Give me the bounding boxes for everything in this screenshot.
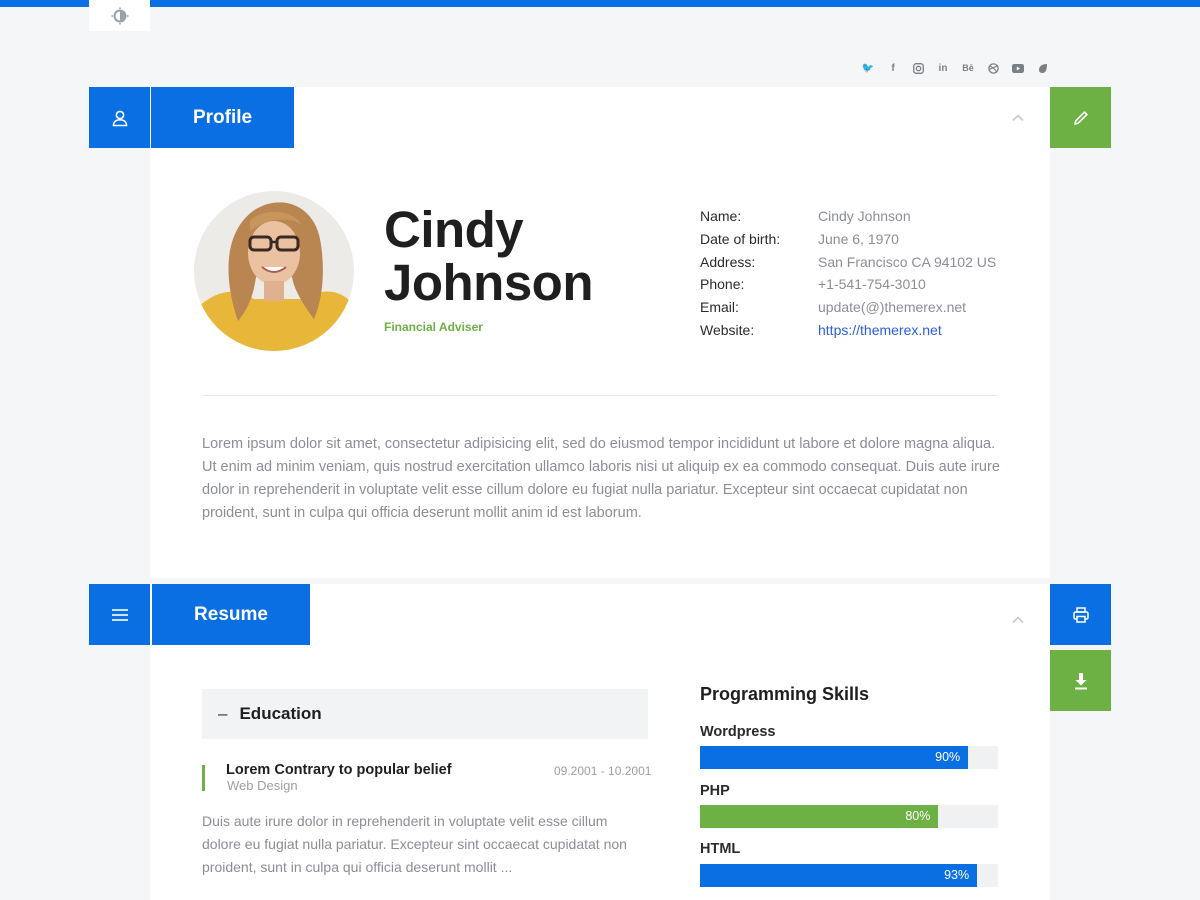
edit-button[interactable]: [1050, 87, 1111, 148]
education-accordion-header[interactable]: – Education: [202, 689, 648, 739]
dribbble-icon[interactable]: [985, 60, 1001, 76]
contrast-icon: [111, 7, 128, 24]
avatar: [194, 191, 354, 351]
skill-bar-html: 93%: [700, 864, 998, 887]
info-row-address: Address: San Francisco CA 94102 US: [700, 250, 996, 273]
info-value: +1-541-754-3010: [818, 276, 926, 293]
collapse-profile-icon[interactable]: [1011, 111, 1025, 125]
info-key: Address:: [700, 253, 756, 270]
info-value: Cindy Johnson: [818, 208, 911, 225]
skill-bar-wordpress: 90%: [700, 746, 998, 769]
skill-fill: 80%: [700, 805, 939, 828]
skills-title: Programming Skills: [700, 684, 870, 704]
collapse-toggle: –: [218, 704, 228, 723]
pencil-icon: [1073, 110, 1088, 125]
skill-bar-php: 80%: [700, 805, 998, 828]
collapse-resume-icon[interactable]: [1011, 613, 1025, 627]
entry-description: Duis aute irure dolor in reprehenderit i…: [202, 813, 627, 875]
entry-title: Lorem Contrary to popular belief: [226, 762, 452, 778]
profile-name: Cindy Johnson: [384, 201, 594, 311]
leaf-icon[interactable]: [1035, 60, 1051, 76]
profile-role: Financial Adviser: [384, 320, 483, 334]
entry-subtitle: Web Design: [227, 778, 298, 793]
website-link[interactable]: https://themerex.net: [818, 322, 942, 338]
linkedin-icon[interactable]: in: [935, 60, 951, 76]
twitter-icon[interactable]: 🐦: [860, 60, 876, 76]
entry-date: 09.2001 - 10.2001: [554, 764, 652, 778]
skill-value: 80%: [905, 809, 931, 823]
youtube-icon[interactable]: [1010, 60, 1026, 76]
skill-value: 90%: [935, 750, 961, 764]
skill-fill: 90%: [700, 746, 969, 769]
behance-icon[interactable]: Bē: [960, 60, 976, 76]
divider: [202, 395, 998, 396]
skill-label-html: HTML: [700, 841, 741, 857]
tab-profile[interactable]: Profile: [151, 87, 294, 148]
first-name: Cindy: [384, 201, 524, 258]
info-key: Name:: [700, 208, 742, 225]
profile-info-list: Name: Cindy Johnson Date of birth: June …: [700, 205, 996, 341]
info-row-email: Email: update(@)themerex.net: [700, 296, 996, 319]
info-row-name: Name: Cindy Johnson: [700, 205, 996, 228]
profile-bio: Lorem ipsum dolor sit amet, consectetur …: [202, 436, 1000, 521]
info-value: June 6, 1970: [818, 231, 899, 248]
info-key: Email:: [700, 299, 739, 316]
skill-label-php: PHP: [700, 783, 730, 799]
skill-fill: 93%: [700, 864, 978, 887]
tab-resume[interactable]: Resume: [152, 584, 310, 645]
menu-icon: [111, 608, 128, 621]
facebook-icon[interactable]: f: [885, 60, 901, 76]
info-key: Date of birth:: [700, 231, 781, 248]
info-value: San Francisco CA 94102 US: [818, 253, 997, 270]
download-button[interactable]: [1050, 650, 1111, 711]
download-icon: [1074, 672, 1087, 689]
info-key: Phone:: [700, 276, 745, 293]
top-accent-bar: [0, 0, 1200, 7]
instagram-icon[interactable]: [910, 60, 926, 76]
profile-section-button[interactable]: [89, 87, 150, 148]
skill-value: 93%: [944, 868, 970, 882]
education-heading: Education: [239, 704, 322, 723]
print-button[interactable]: [1050, 584, 1111, 645]
user-icon: [112, 110, 127, 126]
resume-section-button[interactable]: [89, 584, 150, 645]
theme-toggle-button[interactable]: [89, 0, 150, 31]
printer-icon: [1072, 606, 1089, 623]
info-value: update(@)themerex.net: [818, 299, 967, 316]
info-row-dob: Date of birth: June 6, 1970: [700, 228, 996, 251]
info-key: Website:: [700, 321, 755, 338]
info-row-phone: Phone: +1-541-754-3010: [700, 273, 996, 296]
info-row-website: Website: https://themerex.net: [700, 318, 996, 341]
skill-label-wordpress: Wordpress: [700, 724, 776, 740]
entry-accent-bar: [202, 765, 205, 791]
last-name: Johnson: [384, 254, 594, 311]
social-links: 🐦 f in Bē: [860, 60, 1051, 76]
